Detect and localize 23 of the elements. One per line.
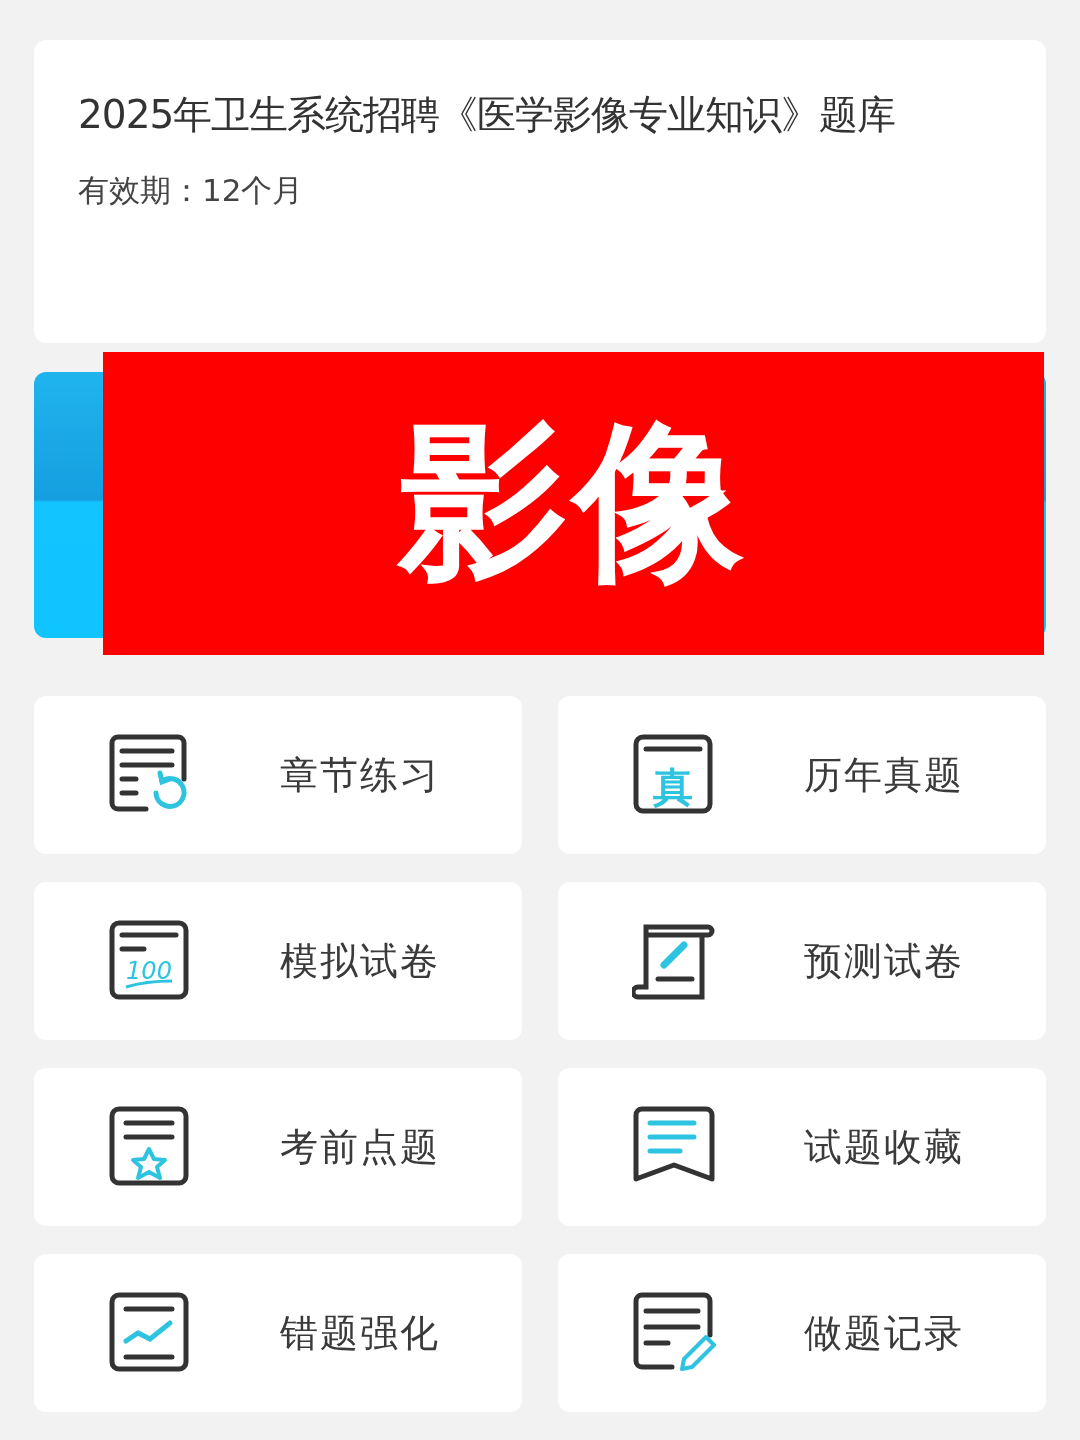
menu-card[interactable]: 章节练习 <box>34 696 522 854</box>
menu-label: 预测试卷 <box>804 937 964 985</box>
menu-label: 模拟试卷 <box>280 937 440 985</box>
menu-label: 章节练习 <box>280 751 440 799</box>
menu-card[interactable]: 考前点题 <box>34 1068 522 1226</box>
banner-text: 影像 <box>397 401 750 602</box>
menu-card[interactable]: 100 模拟试卷 <box>34 882 522 1040</box>
menu-card[interactable]: 预测试卷 <box>558 882 1046 1040</box>
menu-card[interactable]: 试题收藏 <box>558 1068 1046 1226</box>
menu-card[interactable]: 做题记录 <box>558 1254 1046 1412</box>
menu-card[interactable]: 真 历年真题 <box>558 696 1046 854</box>
score-sheet-icon: 100 <box>108 919 192 1003</box>
star-sheet-icon <box>108 1105 192 1189</box>
menu-card[interactable]: 错题强化 <box>34 1254 522 1412</box>
menu-label: 历年真题 <box>804 751 964 799</box>
course-title: 2025年卫生系统招聘《医学影像专业知识》题库 <box>78 91 897 139</box>
menu-label: 错题强化 <box>280 1309 440 1357</box>
menu-label: 试题收藏 <box>804 1123 964 1171</box>
menu-label: 考前点题 <box>280 1123 440 1171</box>
book-icon: 真 <box>632 733 716 817</box>
menu-label: 做题记录 <box>804 1309 964 1357</box>
trend-chart-icon <box>108 1291 192 1375</box>
validity-text: 有效期：12个月 <box>78 171 305 210</box>
